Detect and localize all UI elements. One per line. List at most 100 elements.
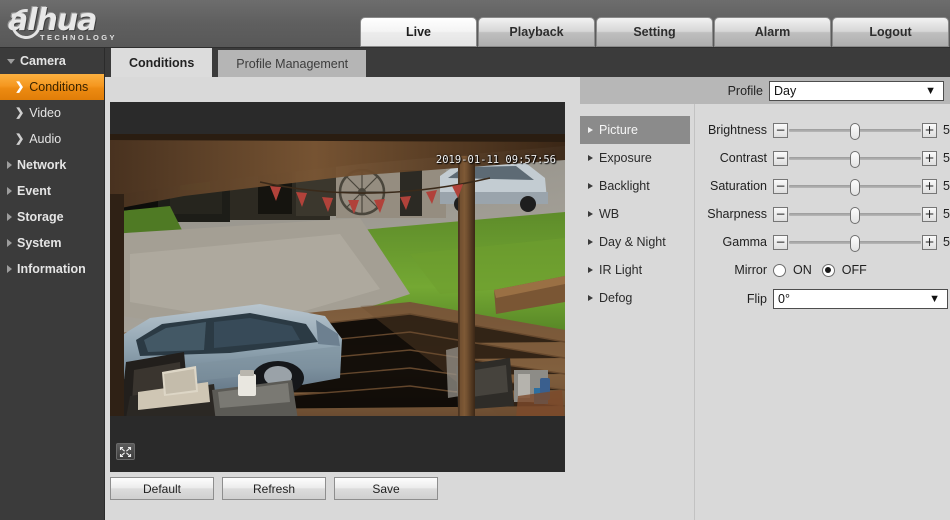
contrast-slider-row: Contrast− +50 xyxy=(701,144,950,172)
submenu-item-wb[interactable]: WB xyxy=(580,200,690,228)
saturation-label: Saturation xyxy=(710,179,767,193)
mirror-off-label: OFF xyxy=(841,263,867,277)
contrast-slider-track[interactable] xyxy=(789,150,921,168)
save-button[interactable]: Save xyxy=(334,477,438,500)
contrast-slider-handle[interactable] xyxy=(850,150,860,168)
expand-arrows-icon[interactable] xyxy=(116,443,135,460)
sidebar-item-camera[interactable]: Camera xyxy=(0,48,104,74)
contrast-increase-button[interactable]: + xyxy=(922,150,937,166)
tab-conditions[interactable]: Conditions xyxy=(111,48,213,77)
main-content: Conditions Profile Management 2019-01-11… xyxy=(105,48,950,520)
submenu-item-picture[interactable]: Picture xyxy=(580,116,690,144)
chevron-down-icon xyxy=(7,58,15,64)
submenu-item-day-night[interactable]: Day & Night xyxy=(580,228,690,256)
app-header: alhua TECHNOLOGY Live Playback Setting Alar… xyxy=(0,0,950,48)
chevron-right-icon xyxy=(588,295,593,301)
submenu-item-defog[interactable]: Defog xyxy=(580,284,690,312)
brightness-slider-handle[interactable] xyxy=(850,122,860,140)
submenu-item-label: IR Light xyxy=(599,263,643,277)
gamma-decrease-button[interactable]: − xyxy=(773,234,788,250)
submenu-item-backlight[interactable]: Backlight xyxy=(580,172,690,200)
flip-select-value: 0° xyxy=(778,292,790,306)
chevron-right-icon xyxy=(7,265,12,273)
gamma-slider-row: Gamma− +50 xyxy=(701,228,950,256)
chevron-right-icon: ❯ xyxy=(15,80,25,93)
topnav-alarm-button[interactable]: Alarm xyxy=(714,17,831,47)
refresh-button[interactable]: Refresh xyxy=(222,477,326,500)
gamma-slider-handle[interactable] xyxy=(850,234,860,252)
contrast-value: 50 xyxy=(943,151,950,165)
sidebar-item-system[interactable]: System xyxy=(0,230,104,256)
chevron-right-icon xyxy=(7,239,12,247)
chevron-down-icon: ▼ xyxy=(929,293,940,305)
saturation-slider-handle[interactable] xyxy=(850,178,860,196)
sidebar-item-conditions[interactable]: ❯ Conditions xyxy=(0,74,104,100)
radio-dot xyxy=(825,267,832,273)
sidebar-item-information[interactable]: Information xyxy=(0,256,104,282)
brightness-value: 50 xyxy=(943,123,950,137)
brightness-decrease-button[interactable]: − xyxy=(773,122,788,138)
topnav-live-button[interactable]: Live xyxy=(360,17,477,47)
flip-select[interactable]: 0° ▼ xyxy=(773,289,948,309)
main-sidebar: Camera ❯ Conditions ❯ Video ❯ Audio Network Even… xyxy=(0,48,105,520)
sharpness-slider-track[interactable] xyxy=(789,206,921,224)
saturation-increase-button[interactable]: + xyxy=(922,178,937,194)
tab-profile-management[interactable]: Profile Management xyxy=(218,50,367,77)
sidebar-item-label: Camera xyxy=(20,54,66,68)
profile-label: Profile xyxy=(727,83,763,98)
gamma-increase-button[interactable]: + xyxy=(922,234,937,250)
saturation-value: 50 xyxy=(943,179,950,193)
default-button[interactable]: Default xyxy=(110,477,214,500)
brightness-slider-row: Brightness− +50 xyxy=(701,116,950,144)
profile-bar: Profile Day ▼ xyxy=(580,77,950,104)
chevron-right-icon xyxy=(588,155,593,161)
submenu-item-exposure[interactable]: Exposure xyxy=(580,144,690,172)
sidebar-item-event[interactable]: Event xyxy=(0,178,104,204)
sharpness-slider-handle[interactable] xyxy=(850,206,860,224)
chevron-right-icon xyxy=(588,267,593,273)
action-button-row: Default Refresh Save xyxy=(110,477,438,500)
sharpness-value: 50 xyxy=(943,207,950,221)
dahua-logo: alhua TECHNOLOGY xyxy=(4,2,158,46)
dahua-web-ui: alhua TECHNOLOGY Live Playback Setting Alar… xyxy=(0,0,950,520)
gamma-slider-track[interactable] xyxy=(789,234,921,252)
sidebar-item-label: Video xyxy=(29,106,61,120)
chevron-right-icon xyxy=(588,127,593,133)
sidebar-item-label: System xyxy=(17,236,62,250)
flip-row: Flip 0° ▼ xyxy=(701,284,950,314)
sidebar-item-network[interactable]: Network xyxy=(0,152,104,178)
topnav-playback-button[interactable]: Playback xyxy=(478,17,595,47)
saturation-slider-track[interactable] xyxy=(789,178,921,196)
chevron-down-icon: ▼ xyxy=(925,84,936,97)
sharpness-label: Sharpness xyxy=(707,207,767,221)
sharpness-decrease-button[interactable]: − xyxy=(773,206,788,222)
sharpness-increase-button[interactable]: + xyxy=(922,206,937,222)
submenu-item-label: Exposure xyxy=(599,151,652,165)
topnav-logout-button[interactable]: Logout xyxy=(832,17,949,47)
gamma-value: 50 xyxy=(943,235,950,249)
sidebar-item-storage[interactable]: Storage xyxy=(0,204,104,230)
sidebar-item-label: Network xyxy=(17,158,67,172)
mirror-row: Mirror ON OFF xyxy=(701,256,950,284)
topnav-setting-button[interactable]: Setting xyxy=(596,17,713,47)
logo-tagline: TECHNOLOGY xyxy=(40,33,117,42)
mirror-off-radio[interactable] xyxy=(821,263,835,277)
brightness-slider-track[interactable] xyxy=(789,122,921,140)
brightness-increase-button[interactable]: + xyxy=(922,122,937,138)
chevron-right-icon: ❯ xyxy=(15,106,25,119)
top-navigation: Live Playback Setting Alarm Logout xyxy=(360,17,950,47)
camera-live-image[interactable]: 2019-01-11 09:57:56 xyxy=(110,134,565,416)
sidebar-item-audio[interactable]: ❯ Audio xyxy=(0,126,104,152)
sidebar-item-label: Event xyxy=(17,184,52,198)
contrast-decrease-button[interactable]: − xyxy=(773,150,788,166)
sharpness-slider-row: Sharpness− +50 xyxy=(701,200,950,228)
submenu-item-ir-light[interactable]: IR Light xyxy=(580,256,690,284)
video-preview-panel[interactable]: 2019-01-11 09:57:56 xyxy=(110,102,565,472)
video-timestamp: 2019-01-11 09:57:56 xyxy=(435,154,556,166)
chevron-right-icon: ❯ xyxy=(15,132,25,145)
saturation-decrease-button[interactable]: − xyxy=(773,178,788,194)
sidebar-item-video[interactable]: ❯ Video xyxy=(0,100,104,126)
profile-select[interactable]: Day ▼ xyxy=(769,80,944,101)
mirror-on-radio[interactable] xyxy=(773,263,786,277)
submenu-item-label: Day & Night xyxy=(599,235,666,249)
